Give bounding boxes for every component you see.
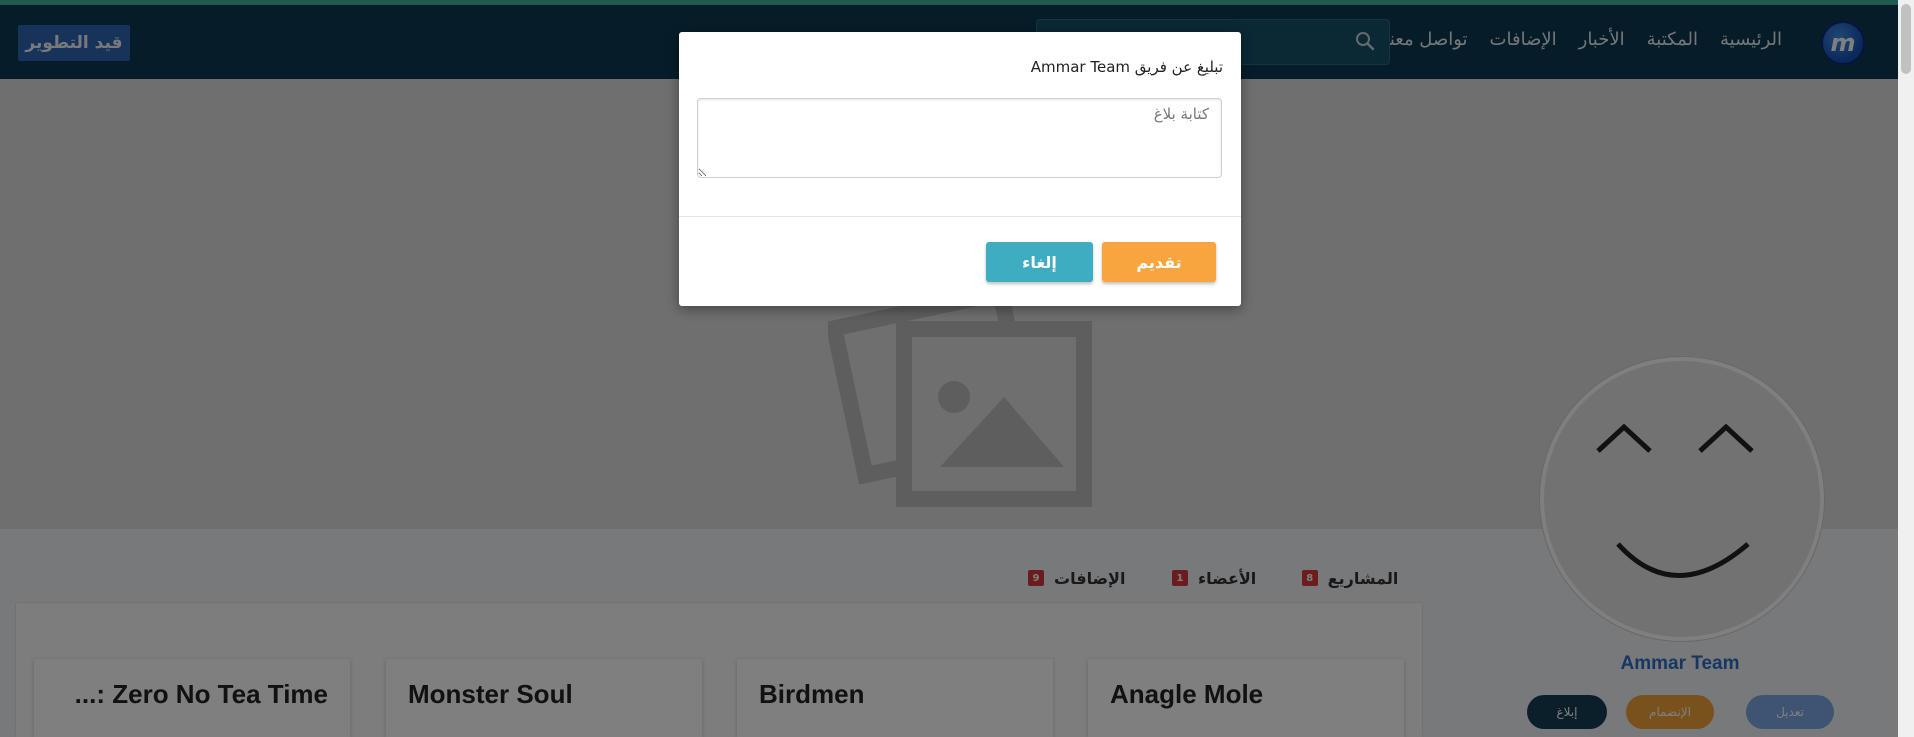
page-scrollbar[interactable] <box>1898 0 1914 737</box>
report-textarea[interactable] <box>697 98 1222 178</box>
report-modal: تبليغ عن فريق Ammar Team تقديم إلغاء <box>679 32 1241 306</box>
modal-divider <box>679 216 1241 217</box>
modal-title: تبليغ عن فريق Ammar Team <box>1030 58 1223 76</box>
scrollbar-thumb[interactable] <box>1901 4 1911 74</box>
cancel-button[interactable]: إلغاء <box>986 242 1093 282</box>
submit-button[interactable]: تقديم <box>1102 242 1216 282</box>
